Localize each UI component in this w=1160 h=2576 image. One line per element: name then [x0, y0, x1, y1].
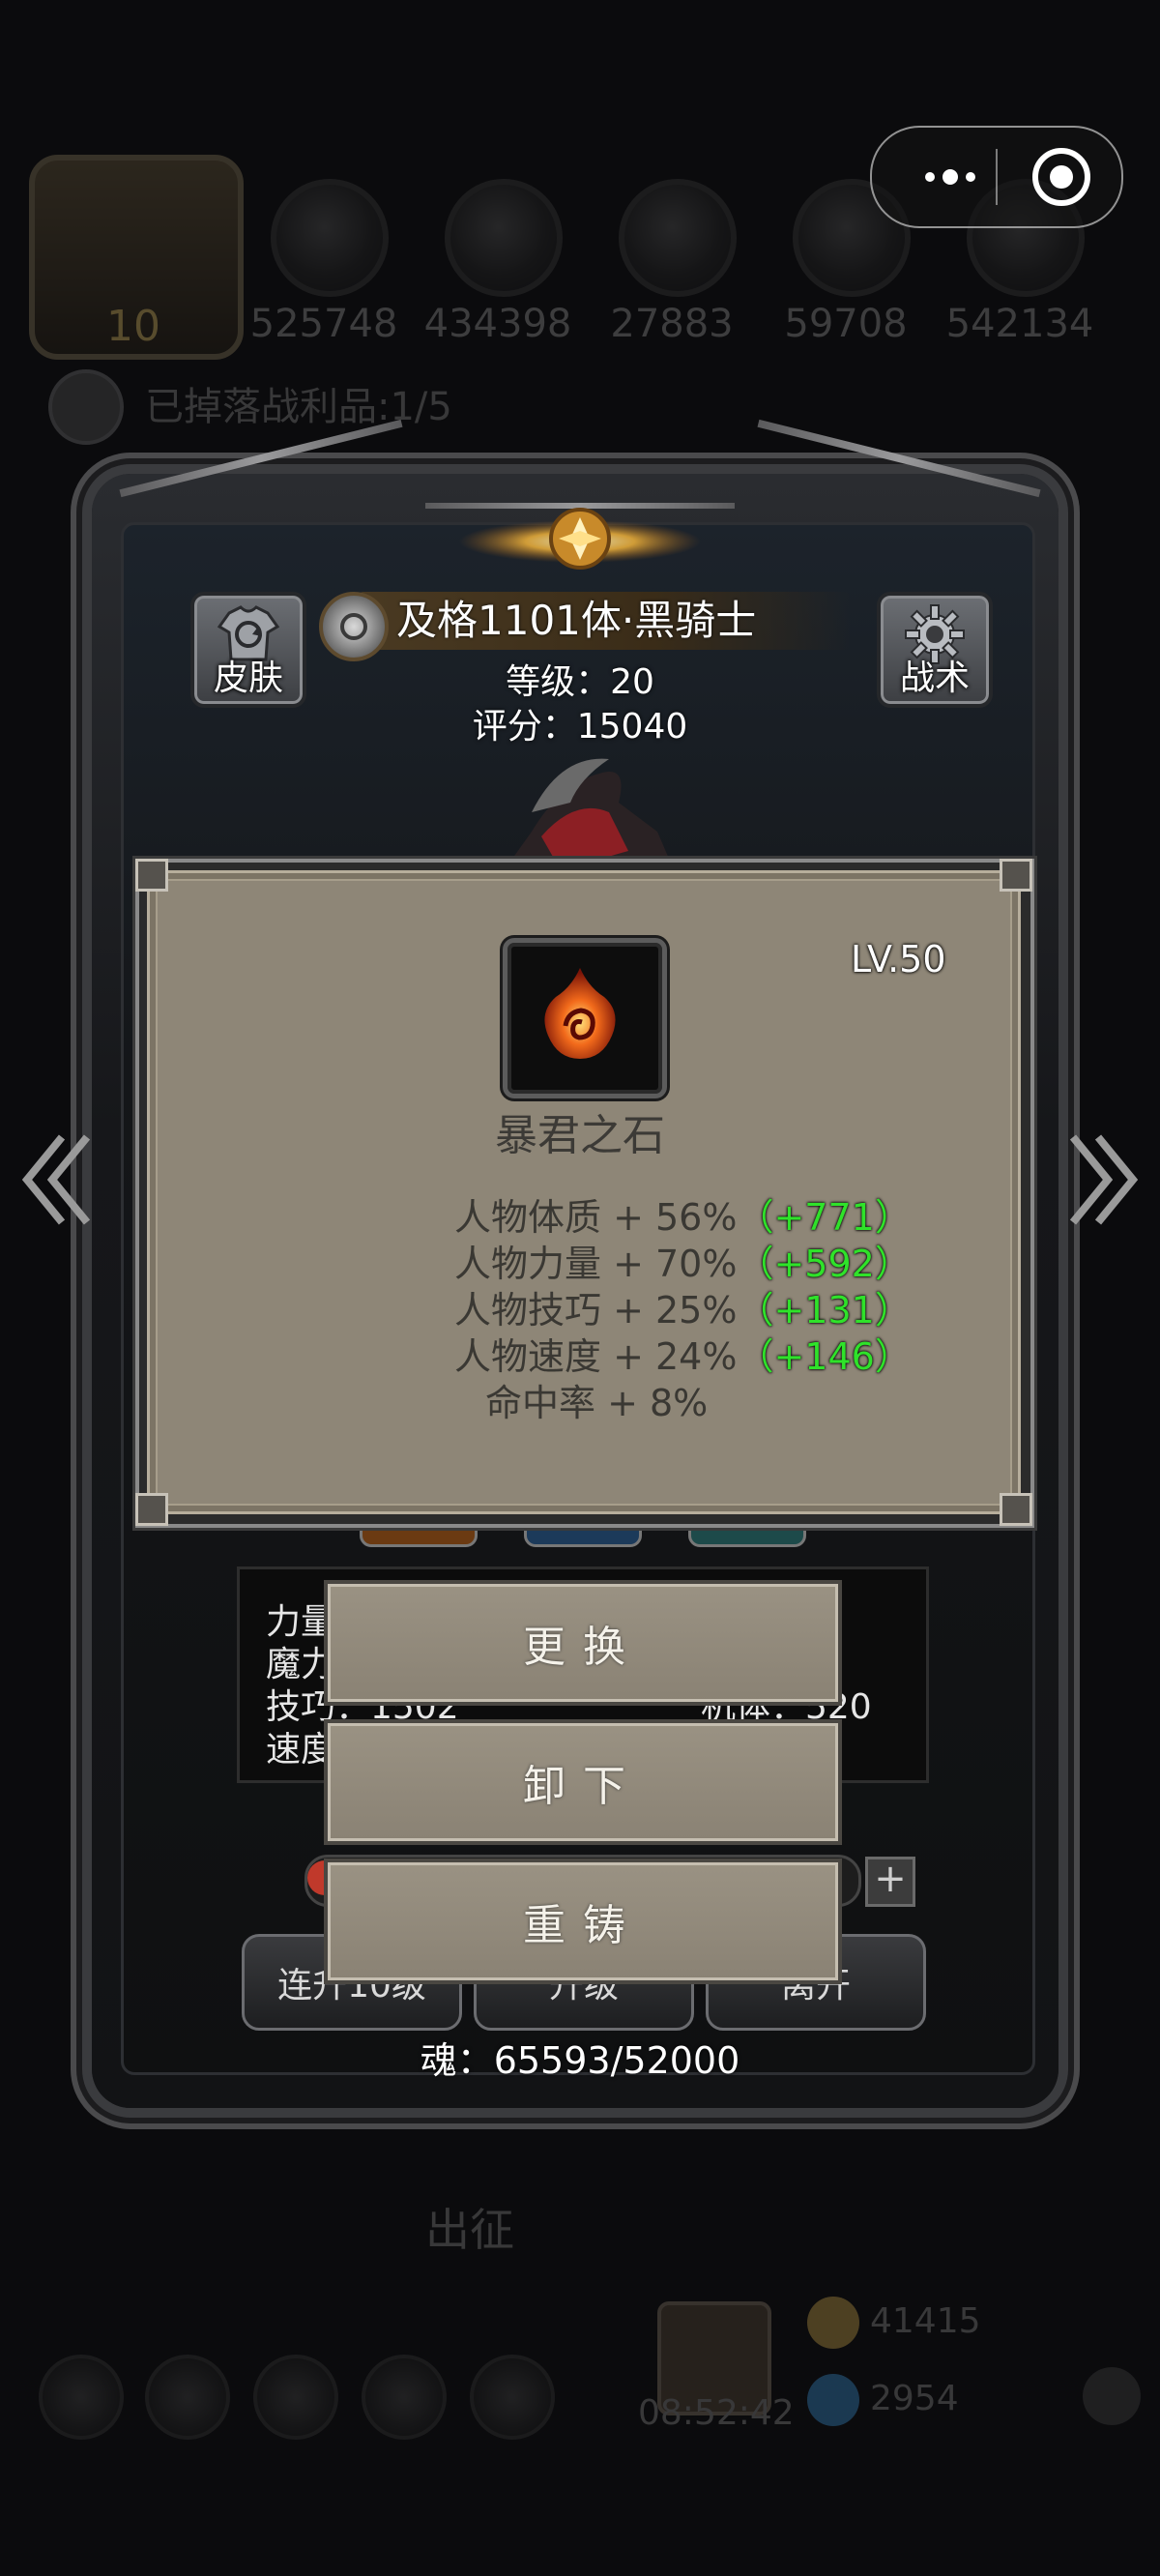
- expedition-label[interactable]: 出征: [425, 2195, 514, 2259]
- attr-row-constitution: 人物体质 + 56%（+771）: [454, 1187, 912, 1241]
- miniprogram-capsule: [870, 126, 1123, 228]
- attr-text: 人物力量 + 70%: [454, 1243, 738, 1285]
- soul-counter: 魂：65593/52000: [420, 2039, 740, 2082]
- attr-bonus: （+131）: [737, 1289, 912, 1332]
- gold-coin-icon: [807, 2297, 859, 2349]
- drop-status-text: 已掉落战利品:1/5: [145, 385, 452, 429]
- popup-corner-tr: [1000, 859, 1032, 892]
- gold-amount: 41415: [870, 2301, 981, 2341]
- resource-value-2: 434398: [423, 302, 572, 346]
- rank-badge-icon: [319, 592, 389, 661]
- replace-button[interactable]: 更换: [324, 1580, 842, 1706]
- bottom-menu-icon-2[interactable]: [145, 2355, 230, 2440]
- drop-status-icon: [48, 369, 124, 445]
- bottom-menu-icon-5[interactable]: [470, 2355, 555, 2440]
- attr-text: 人物速度 + 24%: [454, 1335, 738, 1378]
- resource-icon-1: [271, 179, 389, 297]
- side-menu-icon[interactable]: [1083, 2367, 1141, 2425]
- capsule-divider: [996, 149, 998, 205]
- resource-value-5: 542134: [945, 302, 1094, 346]
- popup-corner-br: [1000, 1493, 1032, 1526]
- hero-name: 及格1101体·黑骑士: [396, 597, 757, 644]
- bottom-menu-icon-3[interactable]: [253, 2355, 338, 2440]
- attr-row-skill: 人物技巧 + 25%（+131）: [454, 1280, 912, 1333]
- reforge-button[interactable]: 重铸: [324, 1859, 842, 1984]
- hero-score: 评分：15040: [472, 707, 688, 746]
- attr-text: 人物技巧 + 25%: [454, 1289, 738, 1332]
- more-dots-icon[interactable]: [907, 128, 994, 226]
- attr-bonus: （+146）: [737, 1335, 912, 1378]
- player-level: 10: [106, 302, 160, 351]
- frame-gem-emblem: [459, 508, 701, 570]
- popup-corner-tl: [135, 859, 168, 892]
- event-timer: 08:52:42: [638, 2393, 795, 2433]
- plus-button[interactable]: +: [865, 1857, 915, 1907]
- resource-value-1: 525748: [249, 302, 398, 346]
- gem-icon: [807, 2374, 859, 2426]
- resource-value-4: 59708: [784, 302, 908, 346]
- attr-bonus: （+592）: [737, 1243, 912, 1285]
- target-close-icon[interactable]: [1032, 148, 1090, 206]
- item-level: LV.50: [851, 938, 946, 981]
- popup-corner-bl: [135, 1493, 168, 1526]
- attr-text: 人物体质 + 56%: [454, 1196, 738, 1239]
- attr-row-speed: 人物速度 + 24%（+146）: [454, 1327, 912, 1380]
- unequip-button[interactable]: 卸下: [324, 1719, 842, 1845]
- flame-stone-icon: [544, 968, 616, 1059]
- attr-bonus: （+771）: [737, 1196, 912, 1239]
- attr-row-strength: 人物力量 + 70%（+592）: [454, 1234, 912, 1287]
- resource-icon-2: [445, 179, 563, 297]
- item-name: 暴君之石: [495, 1111, 665, 1160]
- resource-value-3: 27883: [610, 302, 734, 346]
- bottom-menu-icon-4[interactable]: [362, 2355, 447, 2440]
- resource-icon-3: [619, 179, 737, 297]
- attr-text: 命中率 + 8%: [485, 1382, 709, 1424]
- hero-level: 等级：20: [506, 662, 654, 702]
- gem-amount: 2954: [870, 2379, 959, 2418]
- item-icon-slot: [503, 938, 667, 1098]
- bottom-menu-icon-1[interactable]: [39, 2355, 124, 2440]
- attr-row-hit-rate: 命中率 + 8%: [485, 1373, 708, 1426]
